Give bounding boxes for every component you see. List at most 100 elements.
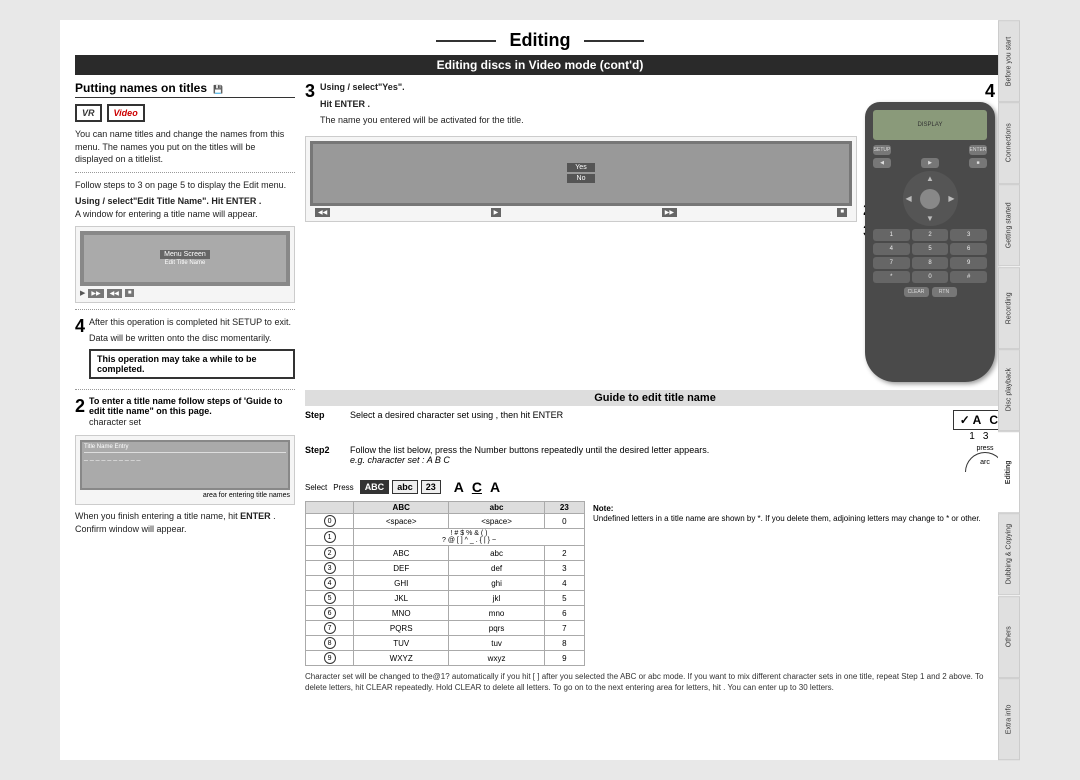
cell-5-lower: jkl: [449, 591, 544, 606]
step2-bottom-number: 2: [75, 396, 85, 417]
step3-area: 3 Using / select"Yes". Hit ENTER . The n…: [305, 81, 857, 382]
guide-section: Guide to edit title name Step Select a d…: [305, 390, 1005, 693]
char-row-6: 6 MNO mno 6: [306, 606, 585, 621]
char-a: ✓ A: [960, 413, 982, 427]
guide-step2: Step2 Follow the list below, press the N…: [305, 445, 1005, 472]
remote-btn-3: ◀: [873, 158, 891, 168]
tab-dubbing[interactable]: Dubbing & Copying: [998, 513, 1020, 595]
step1-text: Select a desired character set using , t…: [350, 410, 563, 420]
cell-0-23: 0: [544, 514, 584, 529]
char-disp-a1: A: [454, 479, 464, 495]
step4-number: 4: [75, 316, 85, 337]
char-row-4: 4 GHI ghi 4: [306, 576, 585, 591]
cell-7-lower: pqrs: [449, 621, 544, 636]
remote-control: DISPLAY SETUP ENTER ◀ ▶ ■: [865, 102, 995, 382]
finish-text: When you finish entering a title name, h…: [75, 510, 295, 535]
remote-return-btn: RTN: [932, 287, 957, 297]
remote-num-2: 2: [912, 229, 949, 241]
left-column: Putting names on titles 💾 VR Video You c…: [75, 81, 295, 746]
press-label: press: [976, 445, 993, 452]
col-abc-upper: ABC: [354, 502, 449, 514]
cell-2-abc: ABC: [354, 546, 449, 561]
guide-step1-content: Select a desired character set using , t…: [350, 410, 943, 420]
col-23: 23: [544, 502, 584, 514]
char-row-1: 1 ! # $ % & ( )? @ [ ] ^ _ . { | } ~: [306, 529, 585, 546]
logo-vr: VR: [75, 104, 102, 122]
right-top-area: 3 Using / select"Yes". Hit ENTER . The n…: [305, 81, 1005, 382]
remote-num-9: 9: [950, 257, 987, 269]
remote-num-hash: #: [950, 271, 987, 283]
tab-editing[interactable]: Editing: [998, 431, 1020, 513]
cell-2-23: 2: [544, 546, 584, 561]
remote-clear-btn: CLEAR: [904, 287, 929, 297]
page-wrapper: Editing Editing discs in Video mode (con…: [0, 0, 1080, 780]
section-title: Putting names on titles 💾: [75, 81, 295, 98]
char-row-5: 5 JKL jkl 5: [306, 591, 585, 606]
btn-circle-0: 0: [324, 515, 336, 527]
press-label2: Press: [333, 483, 353, 492]
cell-5-23: 5: [544, 591, 584, 606]
cell-8-lower: tuv: [449, 636, 544, 651]
select-abc-lower[interactable]: abc: [392, 480, 418, 494]
step3-header: 3 Using / select"Yes". Hit ENTER . The n…: [305, 81, 857, 131]
tab-getting-started[interactable]: Getting started: [998, 184, 1020, 266]
remote-area: 4 DISPLAY SETUP ENTER: [865, 81, 1005, 382]
tab-connections[interactable]: Connections: [998, 102, 1020, 184]
cell-5-abc: JKL: [354, 591, 449, 606]
step2-example: e.g. character set : A B C: [350, 455, 450, 465]
step3-text2: Hit ENTER .: [320, 98, 524, 111]
screen-left: Menu Screen Edit Title Name: [80, 231, 290, 286]
section-title-text: Putting names on titles: [75, 81, 207, 95]
remote-num-5: 5: [912, 243, 949, 255]
note-label: Note: Undefined letters in a title name …: [593, 504, 1005, 525]
guide-step2-content: Follow the list below, press the Number …: [350, 445, 955, 465]
char-row-3: 3 DEF def 3: [306, 561, 585, 576]
remote-screen: DISPLAY: [873, 110, 987, 140]
intro-text: You can name titles and change the names…: [75, 128, 295, 166]
step2b-text: Using / select"Edit Title Name". Hit ENT…: [75, 195, 295, 220]
tab-extra-info[interactable]: Extra info: [998, 678, 1020, 760]
cell-1-special: ! # $ % & ( )? @ [ ] ^ _ . { | } ~: [354, 529, 585, 546]
logo-area: VR Video: [75, 104, 295, 122]
tab-recording[interactable]: Recording: [998, 267, 1020, 349]
char-display: A C A: [454, 479, 500, 495]
cell-4-lower: ghi: [449, 576, 544, 591]
using-label: Using / select"Edit Title Name". Hit ENT…: [75, 196, 261, 206]
cell-4-23: 4: [544, 576, 584, 591]
cell-3-lower: def: [449, 561, 544, 576]
cell-0-abc: <space>: [354, 514, 449, 529]
tab-before-you-start[interactable]: Before you start: [998, 20, 1020, 102]
remote-btn-5: ■: [969, 158, 987, 168]
tab-others[interactable]: Others: [998, 596, 1020, 678]
select-abc-upper[interactable]: ABC: [360, 480, 390, 494]
note-area: Note: Undefined letters in a title name …: [593, 501, 1005, 666]
remote-num-7: 7: [873, 257, 910, 269]
col-btn: [306, 502, 354, 514]
step2-text: Follow the list below, press the Number …: [350, 445, 709, 455]
step3-number: 3: [305, 81, 315, 102]
tab-disc-playback[interactable]: Disc playback: [998, 349, 1020, 431]
right-column: 3 Using / select"Yes". Hit ENTER . The n…: [305, 81, 1005, 746]
cell-7-abc: PQRS: [354, 621, 449, 636]
char-table-area: Select Press ABC abc 23 A C A: [305, 476, 1005, 693]
cell-6-lower: mno: [449, 606, 544, 621]
logo-video: Video: [107, 104, 145, 122]
remote-num-6: 6: [950, 243, 987, 255]
step-box-left: Menu Screen Edit Title Name ▶ ▶▶ ◀◀ ■: [75, 226, 295, 303]
main-content: Editing Editing discs in Video mode (con…: [60, 20, 1020, 760]
remote-num-8: 8: [912, 257, 949, 269]
cell-2-lower: abc: [449, 546, 544, 561]
step3-text3: The name you entered will be activated f…: [320, 114, 524, 127]
guide-title: Guide to edit title name: [305, 390, 1005, 406]
table-note-area: ABC abc 23 0 <space>: [305, 501, 1005, 666]
warning-box: This operation may take a while to be co…: [89, 349, 295, 379]
select-23[interactable]: 23: [421, 480, 441, 494]
char-row-8: 8 TUV tuv 8: [306, 636, 585, 651]
btn-circle-5: 5: [324, 592, 336, 604]
remote-btn-4: ▶: [921, 158, 939, 168]
btn-circle-8: 8: [324, 637, 336, 649]
screen-inner-left: Menu Screen Edit Title Name: [84, 235, 286, 282]
remote-bottom-buttons: CLEAR RTN: [873, 287, 987, 297]
cell-6-abc: MNO: [354, 606, 449, 621]
select-label: Select: [305, 483, 327, 492]
